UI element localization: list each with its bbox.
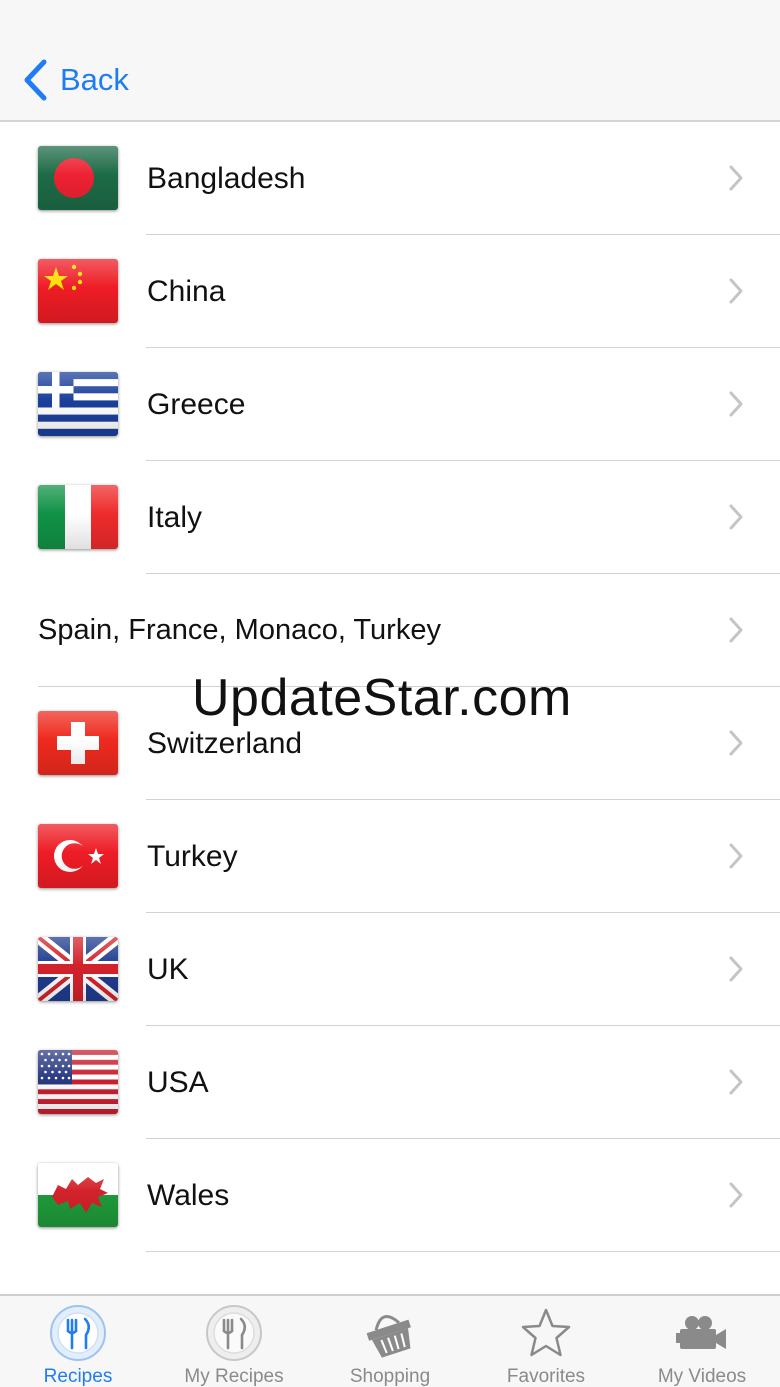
list-item-label: Italy <box>147 501 203 534</box>
italy-flag-icon <box>38 485 118 549</box>
chevron-left-icon <box>24 59 47 101</box>
tab-my-videos[interactable]: My Videos <box>624 1296 780 1387</box>
fork-knife-icon <box>50 1305 106 1361</box>
uk-flag-icon <box>38 937 118 1001</box>
china-flag-icon <box>38 259 118 323</box>
tab-my-recipes[interactable]: My Recipes <box>156 1296 312 1387</box>
chevron-right-icon <box>729 1069 743 1095</box>
usa-flag-icon <box>38 1050 118 1114</box>
tab-recipes[interactable]: Recipes <box>0 1296 156 1387</box>
chevron-right-icon <box>729 617 743 643</box>
chevron-right-icon <box>729 391 743 417</box>
chevron-right-icon <box>729 956 743 982</box>
country-list: Bangladesh China Greece Italy Spain, Fra… <box>0 122 780 1252</box>
chevron-right-icon <box>729 730 743 756</box>
list-item-label: USA <box>147 1066 209 1099</box>
chevron-right-icon <box>729 1182 743 1208</box>
navigation-bar: Back <box>0 0 780 122</box>
list-item-usa[interactable]: USA <box>0 1026 780 1139</box>
list-item-uk[interactable]: UK <box>0 913 780 1026</box>
bangladesh-flag-icon <box>38 146 118 210</box>
back-button[interactable]: Back <box>22 56 129 104</box>
tab-shopping[interactable]: Shopping <box>312 1296 468 1387</box>
list-item-label: Turkey <box>147 840 238 873</box>
list-item-china[interactable]: China <box>0 235 780 348</box>
tab-label: My Videos <box>657 1366 747 1387</box>
chevron-right-icon <box>729 843 743 869</box>
wales-flag-icon <box>38 1163 118 1227</box>
chevron-right-icon <box>729 278 743 304</box>
list-item-wales[interactable]: Wales <box>0 1139 780 1252</box>
turkey-flag-icon <box>38 824 118 888</box>
list-item-label: Greece <box>147 388 246 421</box>
chevron-right-icon <box>729 504 743 530</box>
star-icon <box>521 1308 571 1357</box>
back-label: Back <box>60 62 129 97</box>
row-divider <box>146 1251 780 1252</box>
greece-flag-icon <box>38 372 118 436</box>
tab-label: Shopping <box>349 1366 431 1387</box>
fork-knife-icon <box>206 1305 262 1361</box>
list-item-spain-france-monaco-turkey[interactable]: Spain, France, Monaco, Turkey <box>0 574 780 687</box>
list-item-label: Switzerland <box>147 727 303 760</box>
list-item-label: Spain, France, Monaco, Turkey <box>38 614 441 646</box>
list-item-label: Wales <box>147 1179 230 1212</box>
list-item-turkey[interactable]: Turkey <box>0 800 780 913</box>
tab-favorites[interactable]: Favorites <box>468 1296 624 1387</box>
list-item-bangladesh[interactable]: Bangladesh <box>0 122 780 235</box>
list-item-italy[interactable]: Italy <box>0 461 780 574</box>
switzerland-flag-icon <box>38 711 118 775</box>
tab-label: Favorites <box>506 1366 586 1387</box>
tab-label: My Recipes <box>184 1366 284 1387</box>
list-item-switzerland[interactable]: Switzerland <box>0 687 780 800</box>
list-item-label: UK <box>147 953 189 986</box>
tab-bar: Recipes My Recipes Shopping Favorites My… <box>0 1294 780 1387</box>
list-item-label: Bangladesh <box>147 162 306 195</box>
list-item-label: China <box>147 275 226 308</box>
shopping-basket-icon <box>366 1315 411 1358</box>
chevron-right-icon <box>729 165 743 191</box>
tab-label: Recipes <box>43 1366 113 1387</box>
video-camera-icon <box>676 1316 726 1349</box>
list-item-greece[interactable]: Greece <box>0 348 780 461</box>
